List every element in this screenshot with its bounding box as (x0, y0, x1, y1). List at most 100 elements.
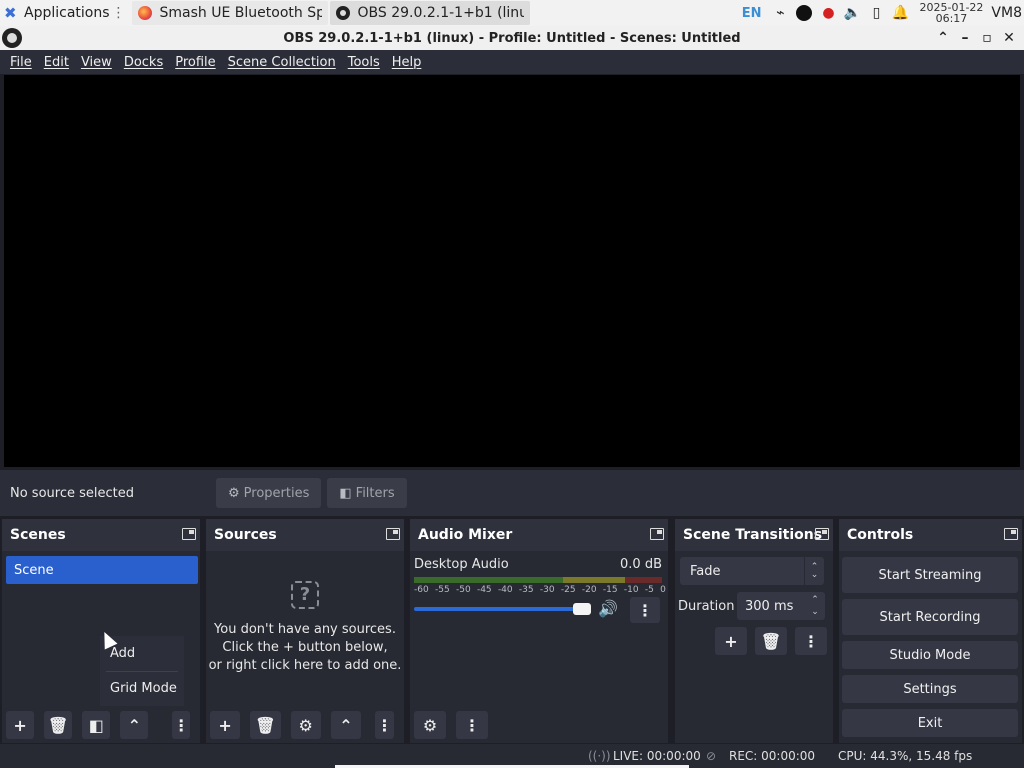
task-label: OBS 29.0.2.1-1+b1 (linu... (357, 5, 524, 21)
undock-icon[interactable] (650, 528, 664, 540)
menu-help[interactable]: Help (386, 55, 428, 70)
volume-slider-handle[interactable] (573, 603, 591, 615)
keyboard-layout[interactable]: EN (742, 6, 762, 21)
obs-tray-icon[interactable] (795, 4, 813, 22)
dock-header: Scene Transitions (675, 519, 833, 551)
meter-tick-label: -40 (497, 585, 513, 595)
meter-tick-label: -35 (518, 585, 534, 595)
applications-label: Applications (24, 5, 110, 21)
filters-button[interactable]: ◧ Filters (327, 478, 407, 508)
taskbar-task-obs[interactable]: OBS 29.0.2.1-1+b1 (linu... (329, 1, 530, 25)
menu-view[interactable]: View (75, 55, 118, 70)
task-label: Smash UE Bluetooth Sp... (159, 5, 322, 21)
menu-scene-collection[interactable]: Scene Collection (222, 55, 342, 70)
menu-handle-icon: ⋮ (111, 5, 126, 21)
duration-value: 300 ms (745, 598, 794, 614)
transition-select[interactable]: Fade ⌃ ⌄ (680, 557, 824, 585)
meter-tick-label: -10 (623, 585, 639, 595)
spin-arrows-icon[interactable]: ⌃ ⌄ (807, 592, 823, 620)
undock-icon[interactable] (1004, 528, 1018, 540)
system-tray: EN ⌁ ● 🔈 ▯ 🔔 2025-01-22 06:17 VM8 (742, 0, 1024, 26)
studio-mode-button[interactable]: Studio Mode (842, 641, 1018, 669)
menu-docks[interactable]: Docks (118, 55, 169, 70)
source-menu-button[interactable]: ⋮ (375, 711, 394, 739)
meter-tick-label: -25 (560, 585, 576, 595)
question-icon: ? (291, 581, 319, 609)
add-transition-button[interactable]: + (715, 627, 747, 655)
dock-header: Audio Mixer (410, 519, 668, 551)
meter-tick-label: -20 (581, 585, 597, 595)
channel-level: 0.0 dB (620, 557, 662, 572)
channel-name: Desktop Audio (414, 557, 509, 572)
empty-line: Click the + button below, (222, 640, 388, 655)
move-source-up-button[interactable]: ⌃ (330, 711, 362, 739)
remove-transition-button[interactable]: 🗑 (755, 627, 787, 655)
clock-time: 06:17 (935, 12, 968, 25)
advanced-audio-button[interactable]: ⚙ (414, 711, 446, 739)
settings-button[interactable]: Settings (842, 675, 1018, 703)
remove-scene-button[interactable]: 🗑 (44, 711, 73, 739)
clock[interactable]: 2025-01-22 06:17 (919, 2, 983, 24)
remove-source-button[interactable]: 🗑 (250, 711, 281, 739)
close-icon[interactable]: ✕ (998, 28, 1020, 48)
undock-icon[interactable] (386, 528, 400, 540)
mixer-menu-button[interactable]: ⋮ (456, 711, 488, 739)
battery-icon[interactable]: ▯ (867, 4, 885, 22)
rec-time: REC: 00:00:00 (729, 749, 816, 763)
cpu-stats: CPU: 44.3%, 15.48 fps (838, 749, 973, 763)
scene-filters-button[interactable]: ◧ (82, 711, 111, 739)
microphone-icon[interactable]: ● (819, 4, 837, 22)
context-menu-grid-mode[interactable]: Grid Mode (100, 671, 184, 706)
transition-buttons: + 🗑 ⋮ (715, 627, 835, 655)
menu-profile[interactable]: Profile (169, 55, 221, 70)
exit-button[interactable]: Exit (842, 709, 1018, 737)
add-scene-button[interactable]: + (6, 711, 35, 739)
minimize-icon[interactable]: – (954, 28, 976, 48)
undock-icon[interactable] (182, 528, 196, 540)
properties-button[interactable]: ⚙ Properties (216, 478, 322, 508)
dock-title: Sources (214, 527, 277, 543)
obs-icon (335, 6, 350, 20)
window-titlebar: OBS 29.0.2.1-1+b1 (linux) - Profile: Unt… (0, 26, 1024, 50)
meter-tick-label: -15 (602, 585, 618, 595)
scene-menu-button[interactable]: ⋮ (172, 711, 190, 739)
source-toolbar: No source selected ⚙ Properties ◧ Filter… (0, 470, 1024, 516)
scene-list-item[interactable]: Scene (6, 556, 198, 584)
transition-menu-button[interactable]: ⋮ (795, 627, 827, 655)
start-recording-button[interactable]: Start Recording (842, 599, 1018, 635)
menu-tools[interactable]: Tools (342, 55, 386, 70)
menu-file[interactable]: File (4, 55, 38, 70)
firefox-icon (137, 6, 152, 20)
scene-transitions-dock: Scene Transitions Fade ⌃ ⌄ Duration 300 m… (675, 519, 833, 743)
volume-icon[interactable]: 🔈 (843, 4, 861, 22)
start-streaming-button[interactable]: Start Streaming (842, 557, 1018, 593)
network-icon[interactable]: ⌁ (771, 4, 789, 22)
live-time: LIVE: 00:00:00 (613, 749, 701, 763)
move-scene-up-button[interactable]: ⌃ (120, 711, 149, 739)
add-source-button[interactable]: + (210, 711, 241, 739)
maximize-icon[interactable]: ▫ (976, 28, 998, 48)
mixer-toolbar: ⚙ ⋮ (410, 707, 668, 743)
taskbar-task-firefox[interactable]: Smash UE Bluetooth Sp... (131, 1, 328, 25)
preview-canvas[interactable] (4, 75, 1020, 467)
undock-icon[interactable] (815, 528, 829, 540)
mixer-channel-header: Desktop Audio 0.0 dB (414, 557, 662, 572)
sources-empty-state[interactable]: ? You don't have any sources. Click the … (206, 581, 404, 675)
shade-icon[interactable]: ⌃ (932, 28, 954, 48)
obs-logo-icon[interactable] (2, 28, 22, 48)
applications-menu[interactable]: ✖ Applications ⋮ (0, 0, 130, 26)
volume-slider[interactable] (414, 607, 587, 611)
transition-selected: Fade (690, 563, 721, 579)
menu-edit[interactable]: Edit (38, 55, 75, 70)
notification-bell-icon[interactable]: 🔔 (891, 4, 909, 22)
duration-spinbox[interactable]: 300 ms ⌃ ⌄ (737, 592, 825, 620)
empty-line: You don't have any sources. (214, 622, 396, 637)
channel-menu-button[interactable]: ⋮ (630, 597, 660, 623)
dock-title: Audio Mixer (418, 527, 513, 543)
menu-bar: File Edit View Docks Profile Scene Colle… (0, 50, 1024, 74)
speaker-icon[interactable]: 🔊 (598, 599, 618, 618)
source-properties-button[interactable]: ⚙ (290, 711, 321, 739)
dock-header: Scenes (2, 519, 200, 551)
user-label[interactable]: VM8 (991, 5, 1022, 21)
filter-icon: ◧ (339, 485, 352, 501)
